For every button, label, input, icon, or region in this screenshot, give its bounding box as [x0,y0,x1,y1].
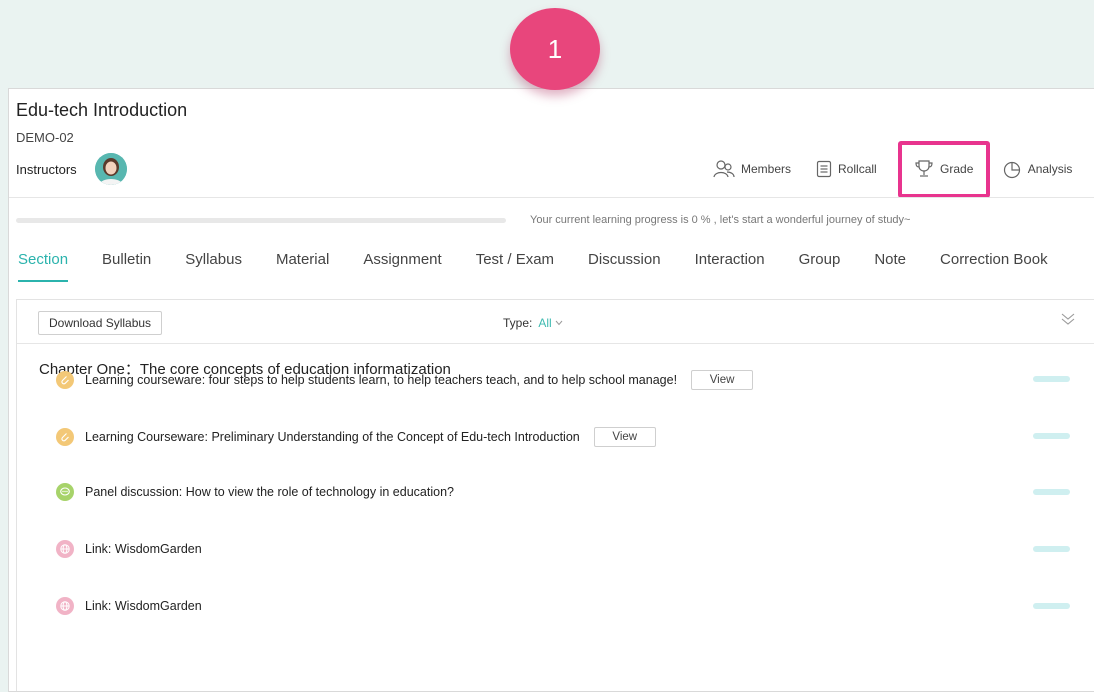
tab-assignment[interactable]: Assignment [363,251,441,280]
rollcall-label: Rollcall [838,162,877,176]
grade-label: Grade [940,162,974,176]
activity-title[interactable]: Link: WisdomGarden [85,599,202,613]
header-divider [9,197,1094,198]
course-toolbar: Members Rollcall Grade Analysis [709,140,1093,198]
activity-item[interactable]: Learning courseware: four steps to help … [56,370,754,390]
view-button[interactable]: View [691,370,754,390]
completion-status-bar [1033,433,1070,439]
pie-chart-icon [1002,159,1022,179]
download-syllabus-button[interactable]: Download Syllabus [38,311,163,335]
type-filter-select[interactable]: All [538,316,563,330]
section-panel: Download Syllabus Type: All Chapter One：… [16,299,1094,691]
type-filter: Type: All [503,316,563,330]
course-code: DEMO-02 [16,130,74,145]
view-button[interactable]: View [593,427,656,447]
courseware-icon [56,428,74,446]
rollcall-button[interactable]: Rollcall [812,149,881,189]
courseware-icon [56,371,74,389]
link-icon [56,597,74,615]
tab-group[interactable]: Group [799,251,841,280]
activity-title[interactable]: Learning Courseware: Preliminary Underst… [85,430,580,444]
activity-item[interactable]: Learning Courseware: Preliminary Underst… [56,427,656,447]
progress-message: Your current learning progress is 0 % , … [530,214,911,226]
progress-bar [16,218,506,223]
instructors-label: Instructors [16,162,77,177]
analysis-label: Analysis [1027,162,1073,176]
trophy-icon [914,159,934,179]
tab-discussion[interactable]: Discussion [588,251,661,280]
collapse-all-icon[interactable] [1060,312,1076,331]
rollcall-icon [816,160,832,178]
activity-item[interactable]: Link: WisdomGarden [56,540,202,558]
discussion-icon [56,483,74,501]
activity-title[interactable]: Panel discussion: How to view the role o… [85,485,454,499]
grade-button[interactable]: Grade [897,140,990,198]
step-number-badge: 1 [510,8,600,90]
completion-status-bar [1033,489,1070,495]
activity-title[interactable]: Learning courseware: four steps to help … [85,373,677,387]
completion-status-bar [1033,603,1070,609]
chevron-down-icon [555,320,563,326]
tab-test-exam[interactable]: Test / Exam [476,251,554,280]
tab-bulletin[interactable]: Bulletin [102,251,151,280]
analysis-button[interactable]: Analysis [998,149,1077,189]
activity-title[interactable]: Link: WisdomGarden [85,542,202,556]
type-filter-value: All [538,316,552,330]
instructor-avatar[interactable] [95,153,127,185]
type-filter-label: Type: [503,316,533,330]
completion-status-bar [1033,376,1070,382]
avatar-person-icon [95,153,127,185]
course-title: Edu-tech Introduction [16,100,188,120]
tab-section[interactable]: Section [18,251,69,282]
link-icon [56,540,74,558]
panel-toolbar: Download Syllabus Type: All [17,300,1094,344]
tab-interaction[interactable]: Interaction [695,251,765,280]
tab-note[interactable]: Note [874,251,906,280]
course-tabs: Section Bulletin Syllabus Material Assignmen… [18,251,1082,282]
tab-material[interactable]: Material [276,251,329,280]
activity-item[interactable]: Panel discussion: How to view the role o… [56,483,454,501]
members-label: Members [741,162,792,176]
members-button[interactable]: Members [709,149,795,189]
completion-status-bar [1033,546,1070,552]
course-page: Edu-tech Introduction DEMO-02 Instructor… [8,88,1094,692]
tab-syllabus[interactable]: Syllabus [185,251,242,280]
tab-correction-book[interactable]: Correction Book [940,251,1048,280]
activity-item[interactable]: Link: WisdomGarden [56,597,202,615]
members-icon [713,159,735,179]
